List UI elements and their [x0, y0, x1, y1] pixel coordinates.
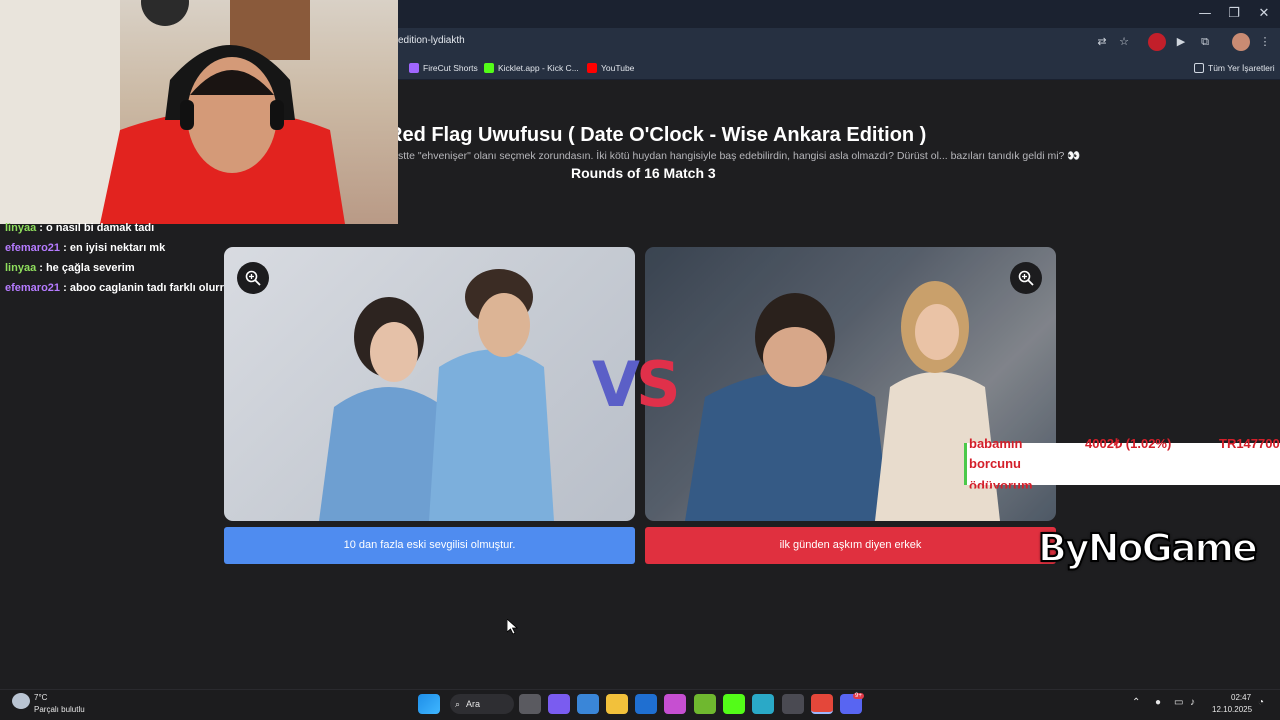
vs-s: S: [635, 348, 681, 421]
weather-temp[interactable]: 7°C: [34, 693, 47, 702]
file-explorer-icon[interactable]: [606, 694, 628, 714]
vs-v: V: [592, 348, 640, 421]
chat-username: efemaro21: [5, 282, 61, 294]
chat-text: : o nasıl bi damak tadı: [36, 222, 155, 234]
chat-username: linyaa: [5, 262, 37, 274]
profile-avatar[interactable]: [1232, 33, 1250, 51]
vs-label: VS: [592, 348, 681, 421]
weather-icon[interactable]: [12, 693, 30, 709]
kick-icon[interactable]: [723, 694, 745, 714]
page-title: Red Flag Uwufusu ( Date O'Clock - Wise A…: [388, 124, 927, 146]
zoom-in-icon: [1018, 270, 1034, 286]
translate-icon[interactable]: ⇄: [1093, 33, 1111, 51]
zoom-in-icon: [245, 270, 261, 286]
clock-date[interactable]: 12.10.2025: [1212, 705, 1252, 714]
copilot-app-icon[interactable]: [664, 694, 686, 714]
bookmark-kicklet[interactable]: Kicklet.app - Kick C...: [484, 61, 579, 75]
edge-icon[interactable]: [752, 694, 774, 714]
discord-badge: 9+: [853, 693, 864, 699]
chat-message: linyaa : o nasıl bi damak tadı: [5, 222, 154, 234]
donation-alert: babamın borcunu ödüyorum 4002₺ (1.02%) T…: [964, 436, 1280, 489]
chat-text: : he çağla severim: [36, 262, 135, 274]
chat-username: efemaro21: [5, 242, 61, 254]
left-option-button[interactable]: 10 dan fazla eski sevgilisi olmuştur.: [224, 527, 635, 564]
url-text[interactable]: edition-lydiakth: [398, 35, 465, 46]
taskbar-search[interactable]: ⌕ Ara: [450, 694, 514, 714]
bookmark-label: YouTube: [601, 63, 635, 73]
chat-message: efemaro21 : aboo caglanin tadı farklı ol…: [5, 282, 224, 294]
store-icon[interactable]: [577, 694, 599, 714]
search-label: Ara: [466, 699, 481, 709]
chat-username: linyaa: [5, 222, 37, 234]
extension-red-icon[interactable]: [1148, 33, 1166, 51]
mouse-cursor-icon: [507, 619, 519, 635]
clock-time[interactable]: 02:47: [1231, 693, 1251, 702]
obs-icon[interactable]: [782, 694, 804, 714]
bookmark-label: Kicklet.app - Kick C...: [498, 63, 579, 73]
extensions-puzzle-icon[interactable]: ⧉: [1196, 33, 1214, 51]
weather-desc[interactable]: Parçalı bulutlu: [34, 705, 85, 714]
search-icon: ⌕: [455, 699, 461, 709]
couple-back-to-back-image: [319, 269, 554, 521]
extension-play-icon[interactable]: ▶: [1172, 33, 1190, 51]
chat-text: : en iyisi nektarı mk: [60, 242, 166, 254]
bookmark-firecut[interactable]: FireCut Shorts: [409, 61, 478, 75]
zoom-right-button[interactable]: [1010, 262, 1042, 294]
copilot-icon[interactable]: [548, 694, 570, 714]
round-label: Rounds of 16 Match 3: [571, 165, 716, 181]
task-view-icon[interactable]: [519, 694, 541, 714]
youtube-icon: [587, 63, 597, 73]
donation-code: TR147700: [1219, 436, 1280, 451]
chrome-icon[interactable]: [811, 694, 833, 714]
streamer-webcam-image: [0, 0, 345, 224]
network-icon[interactable]: ▭: [1174, 697, 1183, 708]
microphone-icon[interactable]: ●: [1155, 697, 1161, 708]
zoom-left-button[interactable]: [237, 262, 269, 294]
donation-line1: babamın: [969, 436, 1023, 451]
bookmark-label: FireCut Shorts: [423, 63, 478, 73]
right-option-button[interactable]: ilk günden aşkım diyen erkek: [645, 527, 1056, 564]
donation-line2: borcunu: [969, 456, 1021, 471]
minimize-icon[interactable]: —: [1190, 4, 1220, 24]
volume-icon[interactable]: ♪: [1190, 697, 1195, 708]
firecut-icon: [409, 63, 419, 73]
all-bookmarks[interactable]: Tüm Yer İşaretleri: [1194, 61, 1275, 75]
outlook-icon[interactable]: [635, 694, 657, 714]
windows-start-icon[interactable]: [418, 694, 440, 714]
chat-message: efemaro21 : en iyisi nektarı mk: [5, 242, 165, 254]
restore-icon[interactable]: ❐: [1219, 4, 1249, 24]
donation-amount: 4002₺ (1.02%): [1085, 436, 1172, 451]
bookmark-star-icon[interactable]: ☆: [1115, 33, 1133, 51]
page-description: stte "ehvenişer" olanı seçmek zorundasın…: [398, 150, 1081, 162]
kicklet-icon: [484, 63, 494, 73]
folder-icon: [1194, 63, 1204, 73]
close-icon[interactable]: ✕: [1249, 4, 1279, 24]
left-option-image[interactable]: [224, 247, 635, 521]
chat-text: : aboo caglanin tadı farklı olurr: [60, 282, 224, 294]
webcam-overlay: [0, 0, 398, 224]
all-bookmarks-label: Tüm Yer İşaretleri: [1208, 63, 1275, 73]
nvidia-icon[interactable]: [694, 694, 716, 714]
notification-bell-icon[interactable]: ◔: [1258, 697, 1264, 708]
menu-dots-icon[interactable]: ⋮: [1256, 33, 1274, 51]
bynogame-logo: ByNoGame: [1037, 525, 1259, 571]
bookmark-youtube[interactable]: YouTube: [587, 61, 634, 75]
chat-message: linyaa : he çağla severim: [5, 262, 135, 274]
tray-chevron-icon[interactable]: ⌃: [1132, 697, 1140, 708]
